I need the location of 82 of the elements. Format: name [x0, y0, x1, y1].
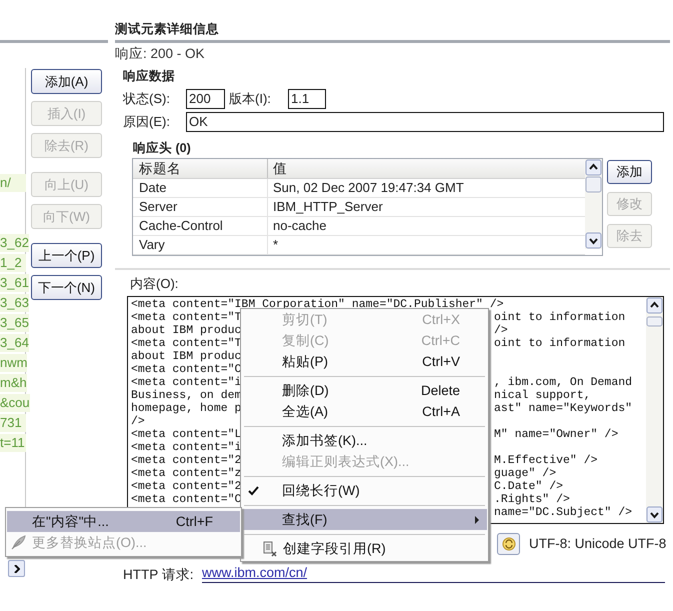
code-line: about IBM produc	[131, 350, 242, 363]
reason-field[interactable]: OK	[186, 112, 664, 132]
code-line: <meta content="T	[131, 311, 242, 324]
menu-item[interactable]: 查找(F)	[242, 509, 487, 530]
menu-item[interactable]: 添加书签(K)...	[242, 430, 487, 451]
code-line: guage" />	[494, 467, 556, 480]
panel-title: 测试元素详细信息	[115, 21, 220, 38]
list-item[interactable]: n/	[0, 174, 26, 192]
document-icon	[263, 540, 278, 556]
code-line: M" name="Owner" />	[494, 428, 618, 441]
code-line: />	[131, 415, 145, 428]
code-line: name="DC.Subject" />	[494, 506, 632, 519]
vertical-scrollbar[interactable]	[585, 159, 602, 249]
list-item[interactable]: 1_2	[0, 254, 26, 272]
code-line: oint to information	[494, 337, 626, 350]
table-cell-text: IBM_HTTP_Server	[272, 198, 383, 216]
version-field[interactable]: 1.1	[288, 88, 326, 108]
section-heading: 响应头 (0)	[133, 141, 192, 156]
feather-icon	[11, 535, 26, 550]
submenu-arrow-icon	[475, 516, 479, 524]
list-item[interactable]: 3_61	[0, 274, 29, 292]
column-header[interactable]: 值	[268, 159, 287, 178]
list-item[interactable]: m&h	[0, 374, 27, 392]
list-item[interactable]: 731	[0, 414, 26, 432]
list-item[interactable]: 3_62	[0, 234, 29, 252]
code-line: <meta content="IBM Corporation" name="DC.Publisher" />	[131, 298, 504, 311]
table-cell-text: *	[272, 236, 278, 254]
field-label: HTTP 请求:	[123, 567, 195, 583]
code-line: <meta content="C	[131, 493, 242, 506]
list-item[interactable]: 3_65	[0, 314, 29, 332]
field-label: 版本(I):	[229, 90, 272, 108]
column-header[interactable]: 标题名	[133, 159, 268, 178]
list-item[interactable]: &cou	[0, 394, 30, 412]
scroll-right-button[interactable]	[8, 560, 25, 577]
code-line: <meta content="2	[131, 480, 242, 493]
code-line: , ibm.com, On Demand	[494, 376, 632, 389]
menu-item[interactable]: 回绕长行(W)	[242, 480, 487, 501]
action-button[interactable]: 下一个(N)	[31, 275, 102, 300]
action-button[interactable]: 上一个(P)	[31, 243, 102, 268]
field-label: 内容(O):	[130, 276, 180, 292]
menu-item[interactable]: 粘贴(P) Ctrl+V	[242, 351, 487, 372]
menu-item[interactable]: 删除(D) Delete	[242, 380, 487, 401]
encoding-button[interactable]	[497, 532, 520, 554]
code-line: C.Date" />	[494, 480, 564, 493]
table-cell: Vary	[133, 236, 268, 254]
code-line: <meta content="i	[131, 441, 242, 454]
table-cell-text: Sun, 02 Dec 2007 19:47:34 GMT	[272, 179, 464, 197]
field-label: 原因(E):	[123, 112, 171, 130]
menu-item[interactable]: 全选(A) Ctrl+A	[242, 401, 487, 422]
code-line: <meta content="i	[131, 376, 242, 389]
code-line: <meta content="C	[131, 363, 242, 376]
menu-item[interactable]: 在"内容"中... Ctrl+F	[7, 511, 240, 532]
status-field[interactable]: 200	[186, 88, 225, 108]
code-line: <meta content="T	[131, 337, 242, 350]
table-cell: Cache-Control	[133, 217, 268, 235]
response-status: 响应: 200 - OK	[115, 46, 206, 62]
code-line: <meta content="2	[131, 454, 242, 467]
code-line: oint to information	[494, 311, 626, 324]
code-line: .Rights" />	[494, 493, 570, 506]
table-cell: Server	[133, 198, 268, 216]
list-item[interactable]: 3_63	[0, 294, 29, 312]
code-line: <meta content="L	[131, 428, 242, 441]
action-button[interactable]: 添加(A)	[31, 69, 102, 94]
code-line: ast" name="Keywords"	[494, 402, 632, 415]
menu-item[interactable]: 创建字段引用(R)	[242, 538, 487, 559]
section-heading: 响应数据	[123, 68, 176, 84]
list-item[interactable]: nwm	[0, 354, 28, 372]
table-cell-text: no-cache	[272, 217, 326, 235]
vertical-scrollbar[interactable]	[646, 297, 663, 523]
table-cell: Date	[133, 179, 268, 197]
code-line: <meta content="z	[131, 467, 242, 480]
list-item[interactable]: 3_64	[0, 334, 29, 352]
list-item[interactable]: t=11	[0, 434, 26, 452]
encoding-label: UTF-8: Unicode UTF-8	[529, 536, 666, 551]
code-line: M.Effective" />	[494, 454, 598, 467]
table-button[interactable]: 添加	[607, 160, 652, 184]
code-line: about IBM produc	[131, 324, 242, 337]
field-label: 状态(S):	[123, 90, 171, 108]
code-line: nical support,	[494, 389, 591, 402]
cycle-icon	[502, 536, 516, 550]
code-line: />	[494, 324, 508, 337]
http-request-link[interactable]: www.ibm.com/cn/	[202, 565, 308, 580]
